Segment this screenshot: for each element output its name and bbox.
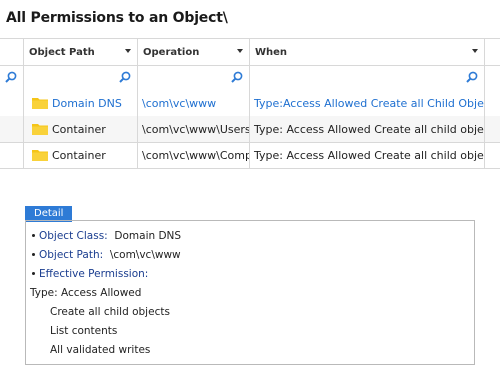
column-header-label: Operation: [143, 46, 200, 58]
cell-operation[interactable]: \com\vc\www: [138, 90, 250, 116]
detail-value: \com\vc\www: [109, 249, 181, 261]
detail-label: Object Path:: [39, 249, 104, 261]
permission-item: All validated writes: [50, 344, 151, 356]
filter-input-object-path[interactable]: [24, 64, 138, 90]
header-spacer: [0, 39, 24, 65]
column-header-label: When: [255, 46, 288, 58]
detail-panel: Object Class: Domain DNS Object Path: \c…: [25, 220, 475, 365]
bullet-icon: [32, 271, 35, 275]
column-header-label: Object Path: [29, 46, 95, 58]
object-name: Container: [52, 122, 106, 136]
permission-item: List contents: [50, 325, 118, 337]
grid-header: Object Path Operation When: [0, 38, 500, 66]
filter-input-operation[interactable]: [138, 64, 250, 90]
chevron-down-icon[interactable]: [125, 49, 131, 53]
cell-object-path[interactable]: Domain DNS: [24, 90, 138, 116]
detail-label: Effective Permission:: [39, 268, 149, 280]
object-name: Container: [52, 148, 106, 162]
detail-effective-permission: Effective Permission:: [30, 265, 470, 284]
row-gutter: [0, 142, 24, 168]
filter-input-when[interactable]: [250, 64, 485, 90]
detail-label: Object Class:: [39, 230, 108, 242]
filter-row: [0, 64, 500, 91]
table-row[interactable]: Container \com\vc\www\Users Type: Access…: [0, 116, 500, 143]
filter-cell-row[interactable]: [0, 64, 24, 90]
cell-when[interactable]: Type: Access Allowed Create all child ob…: [250, 116, 485, 142]
search-icon[interactable]: [230, 70, 244, 84]
cell-object-path[interactable]: Container: [24, 116, 138, 142]
search-icon[interactable]: [4, 70, 18, 84]
folder-icon: [32, 98, 48, 109]
search-icon[interactable]: [118, 70, 132, 84]
page-title: All Permissions to an Object\: [6, 10, 228, 26]
column-header-when[interactable]: When: [250, 39, 485, 65]
table-row[interactable]: Container \com\vc\www\Comp... Type: Acce…: [0, 142, 500, 169]
detail-type: Type: Access Allowed: [30, 287, 142, 299]
cell-object-path[interactable]: Container: [24, 142, 138, 168]
table-row[interactable]: Domain DNS \com\vc\www Type:Access Allow…: [0, 90, 500, 117]
row-gutter: [0, 90, 24, 116]
search-icon[interactable]: [465, 70, 479, 84]
column-header-operation[interactable]: Operation: [138, 39, 250, 65]
cell-operation[interactable]: \com\vc\www\Comp...: [138, 142, 250, 168]
permission-item: Create all child objects: [50, 306, 170, 318]
detail-value: Domain DNS: [114, 230, 182, 242]
folder-icon: [32, 124, 48, 135]
object-name: Domain DNS: [52, 96, 122, 110]
row-gutter: [0, 116, 24, 142]
detail-object-path: Object Path: \com\vc\www: [30, 246, 470, 265]
column-header-object-path[interactable]: Object Path: [24, 39, 138, 65]
bullet-icon: [32, 252, 35, 256]
cell-operation[interactable]: \com\vc\www\Users: [138, 116, 250, 142]
chevron-down-icon[interactable]: [472, 49, 478, 53]
chevron-down-icon[interactable]: [237, 49, 243, 53]
cell-when[interactable]: Type:Access Allowed Create all Child Obj…: [250, 90, 485, 116]
bullet-icon: [32, 233, 35, 237]
detail-object-class: Object Class: Domain DNS: [30, 227, 470, 246]
cell-when[interactable]: Type: Access Allowed Create all child ob…: [250, 142, 485, 168]
folder-icon: [32, 150, 48, 161]
